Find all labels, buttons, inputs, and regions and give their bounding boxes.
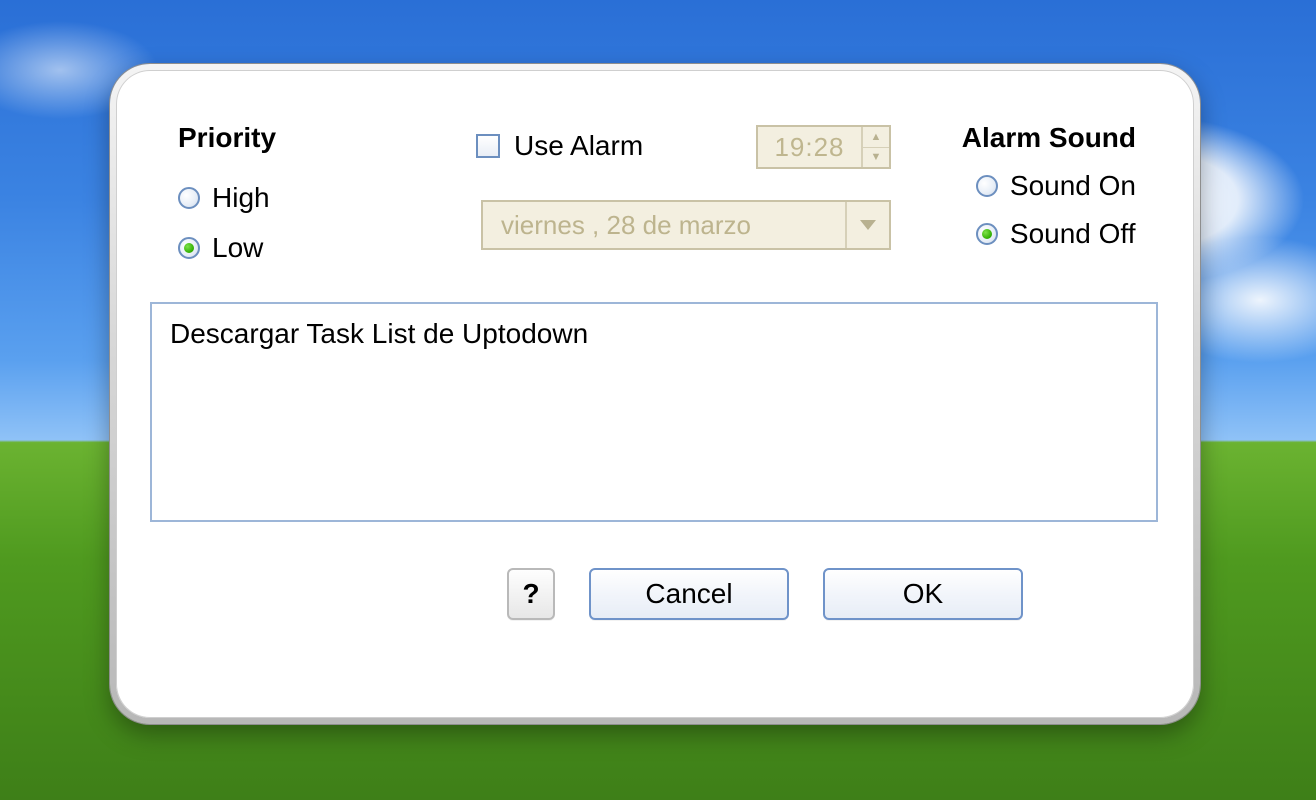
radio-icon bbox=[976, 223, 998, 245]
task-dialog: Priority High Low Use Alarm bbox=[116, 70, 1194, 718]
spinner-down-icon[interactable]: ▼ bbox=[863, 148, 889, 168]
desktop-wallpaper: Priority High Low Use Alarm bbox=[0, 0, 1316, 800]
priority-high-radio[interactable]: High bbox=[178, 182, 270, 214]
sound-on-radio[interactable]: Sound On bbox=[976, 170, 1136, 202]
chevron-down-icon bbox=[860, 220, 876, 230]
sound-on-label: Sound On bbox=[1010, 170, 1136, 202]
date-dropdown-button[interactable] bbox=[845, 202, 889, 248]
priority-low-label: Low bbox=[212, 232, 263, 264]
alarm-time-value: 19:28 bbox=[758, 132, 861, 163]
sound-off-label: Sound Off bbox=[1010, 218, 1136, 250]
alarm-date-value: viernes , 28 de marzo bbox=[501, 210, 751, 241]
spinner-up-icon[interactable]: ▲ bbox=[863, 127, 889, 148]
cancel-button[interactable]: Cancel bbox=[589, 568, 789, 620]
checkbox-icon bbox=[476, 134, 500, 158]
spinner-buttons[interactable]: ▲ ▼ bbox=[861, 127, 889, 167]
task-description-textarea[interactable] bbox=[150, 302, 1158, 522]
alarm-time-spinner[interactable]: 19:28 ▲ ▼ bbox=[756, 125, 891, 169]
help-button[interactable]: ? bbox=[507, 568, 555, 620]
dialog-button-row: ? Cancel OK bbox=[116, 568, 1194, 620]
alarm-sound-heading: Alarm Sound bbox=[962, 122, 1136, 154]
radio-icon bbox=[178, 237, 200, 259]
ok-button[interactable]: OK bbox=[823, 568, 1023, 620]
sound-radio-group: Sound On Sound Off bbox=[976, 170, 1136, 250]
priority-radio-group: High Low bbox=[178, 182, 270, 264]
alarm-date-picker[interactable]: viernes , 28 de marzo bbox=[481, 200, 891, 250]
radio-icon bbox=[976, 175, 998, 197]
priority-high-label: High bbox=[212, 182, 270, 214]
task-dialog-frame: Priority High Low Use Alarm bbox=[110, 64, 1200, 724]
radio-icon bbox=[178, 187, 200, 209]
sound-off-radio[interactable]: Sound Off bbox=[976, 218, 1136, 250]
use-alarm-label: Use Alarm bbox=[514, 130, 643, 162]
priority-heading: Priority bbox=[178, 122, 276, 154]
priority-low-radio[interactable]: Low bbox=[178, 232, 270, 264]
